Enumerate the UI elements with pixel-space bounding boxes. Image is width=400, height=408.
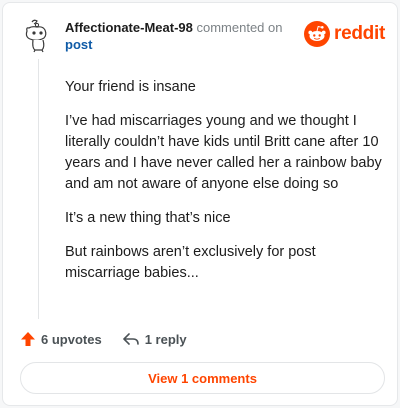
- view-comments-button[interactable]: View 1 comments: [20, 362, 385, 394]
- upvote-button[interactable]: 6 upvotes: [20, 331, 102, 347]
- reddit-logo[interactable]: reddit: [304, 20, 385, 48]
- comment-card: Affectionate-Meat-98 commented on post r…: [2, 2, 398, 406]
- reddit-snoo-icon: [304, 21, 331, 47]
- comment-paragraph: I’ve had miscarriages young and we thoug…: [65, 113, 382, 192]
- reply-button[interactable]: 1 reply: [122, 331, 187, 347]
- reply-count: 1 reply: [144, 331, 187, 347]
- commented-on-text: commented on: [196, 20, 283, 35]
- comment-paragraph: It’s a new thing that’s nice: [65, 210, 231, 226]
- upvote-arrow-icon: [21, 332, 35, 346]
- thread-line: [38, 59, 39, 319]
- reply-arrow-icon: [122, 333, 139, 345]
- view-comments-label: View 1 comments: [148, 370, 257, 386]
- username-link[interactable]: Affectionate-Meat-98: [65, 20, 193, 35]
- comment-paragraph: Your friend is insane: [65, 79, 196, 95]
- comment-body: Your friend is insane I’ve had miscarria…: [65, 77, 385, 297]
- reddit-wordmark: reddit: [334, 23, 385, 44]
- upvote-count: 6 upvotes: [41, 331, 102, 347]
- post-link[interactable]: post: [65, 36, 305, 53]
- comment-actions: 6 upvotes 1 reply: [20, 329, 207, 349]
- comment-header: Affectionate-Meat-98 commented on post: [65, 19, 305, 53]
- user-avatar[interactable]: [23, 19, 53, 53]
- comment-paragraph: But rainbows aren’t exclusively for post…: [65, 244, 316, 281]
- snoo-avatar-icon: [25, 19, 47, 53]
